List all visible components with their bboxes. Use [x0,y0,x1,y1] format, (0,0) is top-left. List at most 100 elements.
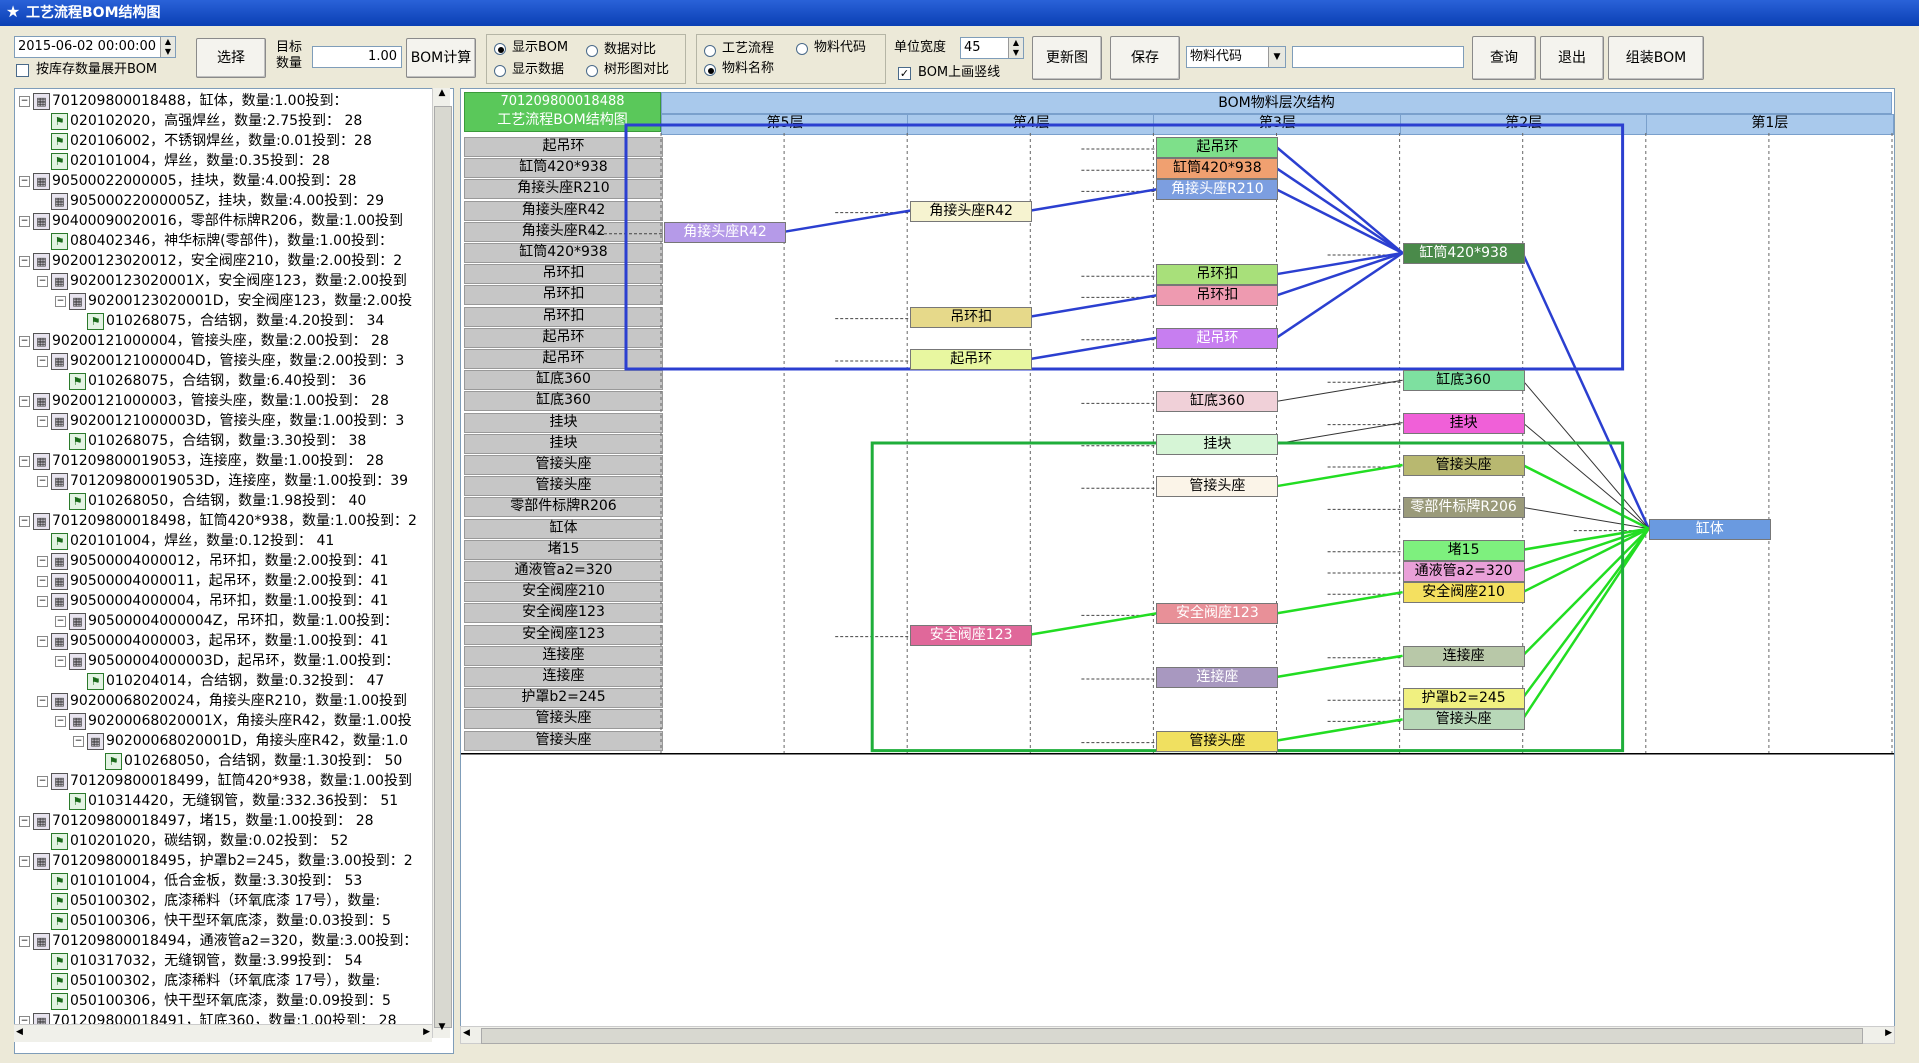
tree-item-label: 90200121000003D，管接头座，数量:1.00投到：3 [70,413,405,429]
tree-vertical-scrollbar[interactable]: ▲ ▼ [432,88,452,1038]
collapse-icon[interactable]: − [19,856,30,867]
bom-node[interactable]: 角接头座R210 [1156,179,1279,201]
bom-node[interactable]: 安全阀座210 [1402,582,1525,604]
collapse-icon[interactable]: − [19,456,30,467]
scroll-up-icon[interactable]: ▲ [435,88,449,104]
bom-node[interactable]: 安全阀座123 [910,624,1033,646]
collapse-icon[interactable]: − [55,616,66,627]
assembly-icon: ▦ [51,573,68,590]
filter-search-input[interactable] [1292,46,1464,68]
assemble-bom-button[interactable]: 组装BOM [1608,36,1704,80]
bom-node[interactable]: 吊环扣 [1156,264,1279,286]
collapse-icon[interactable]: − [55,656,66,667]
bom-node[interactable]: 挂块 [1156,433,1279,455]
radio-show-data[interactable] [494,65,506,77]
bom-diagram[interactable]: 701209800018488 工艺流程BOM结构图 BOM物料层次结构 第5层… [460,88,1895,1028]
bom-tree[interactable]: − ▦ 701209800018488，缸体，数量:1.00投到： ⚑ 02010202… [14,88,454,1054]
bom-node[interactable]: 缸体 [1648,518,1771,540]
material-icon: ⚑ [105,753,122,770]
scroll-left-icon[interactable]: ◀ [16,1027,23,1037]
bom-node[interactable]: 管接头座 [1402,455,1525,476]
collapse-icon[interactable]: − [19,936,30,947]
collapse-icon[interactable]: − [55,716,66,727]
scroll-down-icon[interactable]: ▼ [435,1022,449,1038]
update-graph-button[interactable]: 更新图 [1032,36,1102,80]
bom-node[interactable]: 缸底360 [1402,370,1525,392]
collapse-icon[interactable]: − [19,336,30,347]
bom-vline-checkbox[interactable]: ✓ [898,67,911,80]
collapse-icon[interactable]: − [37,276,48,287]
radio-tree-compare[interactable] [586,65,598,77]
bom-node[interactable]: 管接头座 [1156,730,1279,752]
collapse-icon[interactable]: − [37,556,48,567]
bom-node[interactable]: 起吊环 [910,349,1033,370]
radio-process[interactable] [704,45,716,57]
tree-scroll-thumb[interactable] [434,106,452,1028]
bom-node[interactable]: 管接头座 [1156,476,1279,498]
collapse-icon[interactable]: − [37,416,48,427]
select-button[interactable]: 选择 [196,38,266,78]
bom-node[interactable]: 零部件标牌R206 [1402,497,1525,519]
bom-node[interactable]: 缸底360 [1156,391,1279,413]
diagram-horizontal-scrollbar[interactable]: ◀ ▶ [460,1026,1895,1044]
bom-node[interactable]: 挂块 [1402,412,1525,434]
bom-node[interactable]: 吊环扣 [910,306,1033,328]
spin-icon[interactable]: ▲ ▼ [1008,38,1023,58]
target-qty-input[interactable]: 1.00 [312,46,402,68]
radio-material-name[interactable] [704,64,716,76]
collapse-icon[interactable]: − [19,96,30,107]
chevron-down-icon[interactable]: ▼ [1268,47,1285,67]
bom-node[interactable]: 缸筒420*938 [1402,243,1525,264]
collapse-icon[interactable]: − [19,396,30,407]
bom-node[interactable]: 吊环扣 [1156,285,1279,307]
collapse-icon[interactable]: − [19,816,30,827]
assembly-icon: ▦ [33,393,50,410]
assembly-icon: ▦ [69,613,86,630]
tree-item-label: 010268075，合结钢，数量:4.20投到： 34 [106,313,385,329]
bom-node[interactable]: 安全阀座123 [1156,603,1279,625]
save-button[interactable]: 保存 [1110,36,1180,80]
collapse-icon[interactable]: − [37,696,48,707]
collapse-icon[interactable]: − [19,516,30,527]
unit-width-input[interactable]: 45 ▲ ▼ [960,37,1024,59]
tree-horizontal-scrollbar[interactable]: ◀ ▶ [14,1024,432,1042]
radio-data-compare[interactable] [586,45,598,57]
collapse-icon[interactable]: − [37,476,48,487]
collapse-icon[interactable]: − [37,776,48,787]
collapse-icon[interactable]: − [37,596,48,607]
bom-node[interactable]: 堵15 [1402,539,1525,561]
radio-show-bom[interactable] [494,43,506,55]
bom-node[interactable]: 起吊环 [1156,327,1279,349]
collapse-icon[interactable]: − [37,576,48,587]
bom-node[interactable]: 缸筒420*938 [1156,158,1279,180]
bom-node[interactable]: 角接头座R42 [664,221,786,243]
bom-node[interactable]: 通液管a2=320 [1402,561,1525,582]
collapse-icon[interactable]: − [19,176,30,187]
expand-by-stock-checkbox[interactable] [16,64,29,77]
radio-material-code[interactable] [796,43,808,55]
collapse-icon[interactable]: − [37,356,48,367]
collapse-icon[interactable]: − [19,256,30,267]
scroll-left-icon[interactable]: ◀ [463,1028,470,1038]
bom-calc-button[interactable]: BOM计算 [406,38,476,78]
datetime-picker[interactable]: 2015-06-02 00:00:00 ▲ ▼ [14,36,176,58]
spin-icon[interactable]: ▲ ▼ [160,37,175,57]
bom-node[interactable]: 护罩b2=245 [1402,688,1525,710]
collapse-icon[interactable]: − [37,636,48,647]
diagram-scroll-thumb[interactable] [481,1028,1863,1044]
scroll-right-icon[interactable]: ▶ [423,1027,430,1037]
collapse-icon[interactable]: − [73,736,84,747]
query-button[interactable]: 查询 [1472,36,1536,80]
edge [1522,379,1650,529]
bom-node[interactable]: 连接座 [1402,645,1525,667]
material-icon: ⚑ [51,113,68,130]
bom-node[interactable]: 起吊环 [1156,137,1279,158]
collapse-icon[interactable]: − [19,216,30,227]
exit-button[interactable]: 退出 [1540,36,1604,80]
bom-node[interactable]: 管接头座 [1402,709,1525,731]
scroll-right-icon[interactable]: ▶ [1885,1028,1892,1038]
bom-node[interactable]: 连接座 [1156,667,1279,688]
filter-field-select[interactable]: 物料代码 ▼ [1186,46,1286,68]
collapse-icon[interactable]: − [55,296,66,307]
bom-node[interactable]: 角接头座R42 [910,200,1033,222]
